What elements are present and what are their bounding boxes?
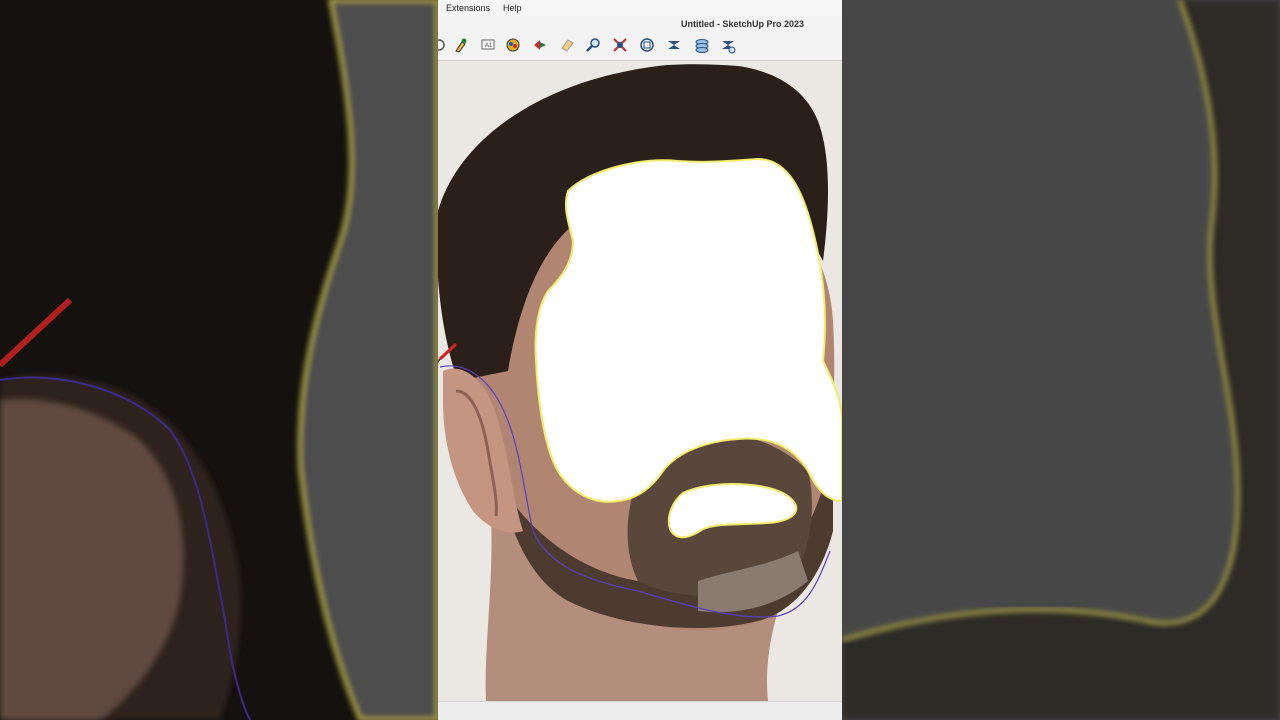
text-icon[interactable]: A1 — [479, 36, 497, 54]
drawing-viewport[interactable] — [438, 61, 842, 701]
status-bar — [438, 701, 842, 720]
styles-icon[interactable] — [719, 36, 737, 54]
toolbar: A1 — [438, 32, 842, 61]
left-blurred-image — [0, 0, 438, 720]
window-title: Untitled - SketchUp Pro 2023 — [681, 19, 805, 29]
sandbox-icon[interactable] — [665, 36, 683, 54]
follow-me-icon[interactable] — [531, 36, 549, 54]
svg-text:A1: A1 — [485, 43, 493, 49]
sketchup-window: Extensions Help Untitled - SketchUp Pro … — [438, 0, 842, 720]
left-blurred-panel — [0, 0, 438, 720]
menu-extensions[interactable]: Extensions — [446, 2, 490, 14]
right-blurred-panel — [842, 0, 1280, 720]
title-bar: Untitled - SketchUp Pro 2023 — [438, 16, 842, 32]
eraser-icon[interactable] — [558, 36, 576, 54]
layers-icon[interactable] — [693, 36, 711, 54]
right-blurred-image — [842, 0, 1280, 720]
zoom-icon[interactable] — [584, 36, 602, 54]
orbit-icon[interactable] — [438, 36, 448, 54]
pan-icon[interactable] — [452, 36, 470, 54]
zoom-window-icon[interactable] — [638, 36, 656, 54]
zoom-extents-icon[interactable] — [611, 36, 629, 54]
paint-bucket-icon[interactable] — [504, 36, 522, 54]
menu-help[interactable]: Help — [503, 2, 522, 14]
reference-photo — [438, 61, 842, 701]
menu-bar: Extensions Help — [438, 0, 842, 17]
